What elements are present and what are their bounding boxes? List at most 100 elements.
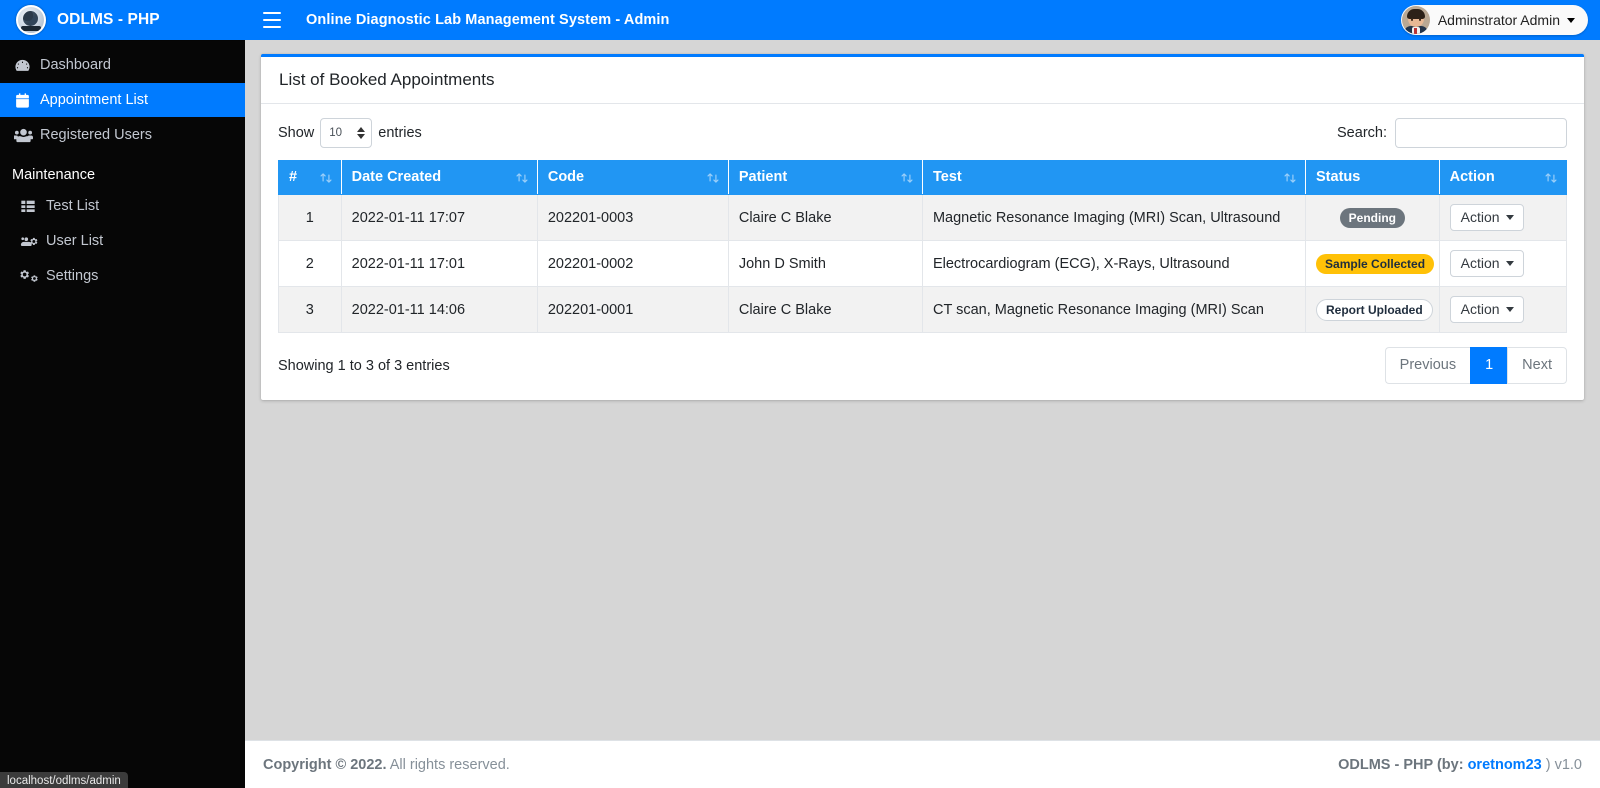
column-label: Date Created <box>351 169 442 185</box>
entries-length-control: Show 10 entries <box>278 118 422 148</box>
top-navbar: Online Diagnostic Lab Management System … <box>245 0 1600 40</box>
browser-status-tooltip: localhost/odlms/admin <box>0 772 128 788</box>
sidebar-item-test-list[interactable]: Test List <box>0 189 245 223</box>
sidebar-item-user-list[interactable]: User List <box>0 224 245 258</box>
action-button-label: Action <box>1460 209 1500 225</box>
user-menu-dropdown[interactable]: Adminstrator Admin <box>1400 5 1588 35</box>
pagination-page-1[interactable]: 1 <box>1470 347 1508 384</box>
cell-num: 2 <box>278 240 342 287</box>
column-label: Code <box>547 169 585 185</box>
table-row: 1 2022-01-11 17:07 202201-0003 Claire C … <box>278 194 1568 241</box>
page-footer: Copyright © 2022. All rights reserved. O… <box>245 740 1600 788</box>
cogs-icon <box>20 268 46 284</box>
user-avatar-icon <box>1401 6 1430 34</box>
show-label: Show <box>278 125 315 141</box>
cell-num: 3 <box>278 286 342 333</box>
sidebar-item-label: Settings <box>46 268 99 284</box>
cell-date-created: 2022-01-11 17:07 <box>340 194 538 241</box>
sort-updown-icon <box>900 171 914 185</box>
column-header-code[interactable]: Code <box>536 160 729 195</box>
copyright-text: Copyright © 2022. All rights reserved. <box>263 757 510 773</box>
sidebar-item-label: Registered Users <box>40 127 153 143</box>
entries-info: Showing 1 to 3 of 3 entries <box>278 357 450 374</box>
cell-test: Magnetic Resonance Imaging (MRI) Scan, U… <box>921 194 1307 241</box>
author-link[interactable]: oretnom23 <box>1468 757 1542 773</box>
pagination-previous[interactable]: Previous <box>1384 347 1471 384</box>
cell-test: CT scan, Magnetic Resonance Imaging (MRI… <box>921 286 1307 333</box>
action-dropdown-button[interactable]: Action <box>1449 204 1524 231</box>
cell-patient: Claire C Blake <box>727 194 923 241</box>
caret-down-icon <box>1567 17 1575 23</box>
sidebar-item-appointment-list[interactable]: Appointment List <box>0 83 245 117</box>
column-header-date-created[interactable]: Date Created <box>340 160 538 195</box>
search-input[interactable] <box>1395 118 1567 148</box>
column-header-num[interactable]: # <box>278 160 342 195</box>
table-row: 2 2022-01-11 17:01 202201-0002 John D Sm… <box>278 240 1568 287</box>
hamburger-icon[interactable] <box>263 12 281 28</box>
column-header-action[interactable]: Action <box>1438 160 1568 195</box>
footer-version-text: ) v1.0 <box>1541 756 1582 773</box>
table-row: 3 2022-01-11 14:06 202201-0001 Claire C … <box>278 286 1568 333</box>
column-header-test[interactable]: Test <box>921 160 1307 195</box>
sidebar-item-dashboard[interactable]: Dashboard <box>0 48 245 82</box>
action-dropdown-button[interactable]: Action <box>1449 250 1524 277</box>
cell-status: Sample Collected <box>1305 240 1440 287</box>
status-badge: Sample Collected <box>1316 253 1435 274</box>
column-label: Test <box>932 169 962 185</box>
sidebar-item-registered-users[interactable]: Registered Users <box>0 118 245 152</box>
card-body: Show 10 entries Search: # Date Created C… <box>261 104 1584 400</box>
footer-version: ODLMS - PHP (by: oretnom23 ) v1.0 <box>1338 757 1582 773</box>
sort-updown-icon <box>1544 171 1558 185</box>
table-header-row: # Date Created Code Patient Test Status … <box>278 160 1568 195</box>
users-cog-icon <box>20 233 46 249</box>
action-button-label: Action <box>1460 301 1500 317</box>
appointments-table: # Date Created Code Patient Test Status … <box>278 160 1568 333</box>
entries-label: entries <box>378 125 422 141</box>
status-badge: Report Uploaded <box>1316 298 1433 321</box>
cell-date-created: 2022-01-11 17:01 <box>340 240 538 287</box>
cell-status: Report Uploaded <box>1305 286 1440 333</box>
entries-per-page-select[interactable]: 10 <box>320 118 373 148</box>
brand-logo-link[interactable]: ODLMS - PHP <box>0 0 245 40</box>
brand-title: ODLMS - PHP <box>57 11 160 28</box>
app-title: Online Diagnostic Lab Management System … <box>306 12 670 28</box>
column-header-patient[interactable]: Patient <box>727 160 923 195</box>
sidebar-item-label: User List <box>46 233 104 249</box>
action-dropdown-button[interactable]: Action <box>1449 296 1524 323</box>
sort-updown-icon <box>515 171 529 185</box>
user-name-label: Adminstrator Admin <box>1437 12 1560 28</box>
card-header: List of Booked Appointments <box>261 57 1584 104</box>
table-body: 1 2022-01-11 17:07 202201-0003 Claire C … <box>278 194 1568 333</box>
column-header-status[interactable]: Status <box>1305 160 1440 195</box>
sidebar-item-settings[interactable]: Settings <box>0 259 245 293</box>
cell-action: Action <box>1438 240 1568 287</box>
footer-app-name: ODLMS - PHP (by: <box>1338 756 1468 773</box>
cell-status: Pending <box>1305 194 1440 241</box>
caret-down-icon <box>1505 214 1514 220</box>
sidebar-item-label: Test List <box>46 198 100 214</box>
table-head: # Date Created Code Patient Test Status … <box>278 160 1568 195</box>
cell-code: 202201-0002 <box>536 240 729 287</box>
sort-updown-icon <box>706 171 720 185</box>
cell-patient: John D Smith <box>727 240 923 287</box>
caret-down-icon <box>1505 260 1514 266</box>
select-arrows-icon <box>357 127 366 139</box>
search-label: Search: <box>1337 125 1387 141</box>
sidebar: ODLMS - PHP Dashboard Appointment List R… <box>0 0 245 788</box>
action-button-label: Action <box>1460 255 1500 271</box>
cell-code: 202201-0001 <box>536 286 729 333</box>
tachometer-icon <box>14 57 40 74</box>
sidebar-section-maintenance: Maintenance <box>12 167 96 183</box>
appointments-card: List of Booked Appointments Show 10 entr… <box>261 54 1584 400</box>
pagination-next[interactable]: Next <box>1507 347 1567 384</box>
cell-num: 1 <box>278 194 342 241</box>
sort-updown-icon <box>1283 171 1297 185</box>
cell-action: Action <box>1438 286 1568 333</box>
datatable-controls: Show 10 entries Search: <box>278 116 1567 160</box>
column-label: Patient <box>738 169 788 185</box>
page-title: List of Booked Appointments <box>279 70 495 89</box>
sidebar-nav: Dashboard Appointment List Registered Us… <box>0 40 245 293</box>
copyright-rest: All rights reserved. <box>386 756 510 773</box>
sidebar-item-label: Dashboard <box>40 57 111 73</box>
cell-action: Action <box>1438 194 1568 241</box>
